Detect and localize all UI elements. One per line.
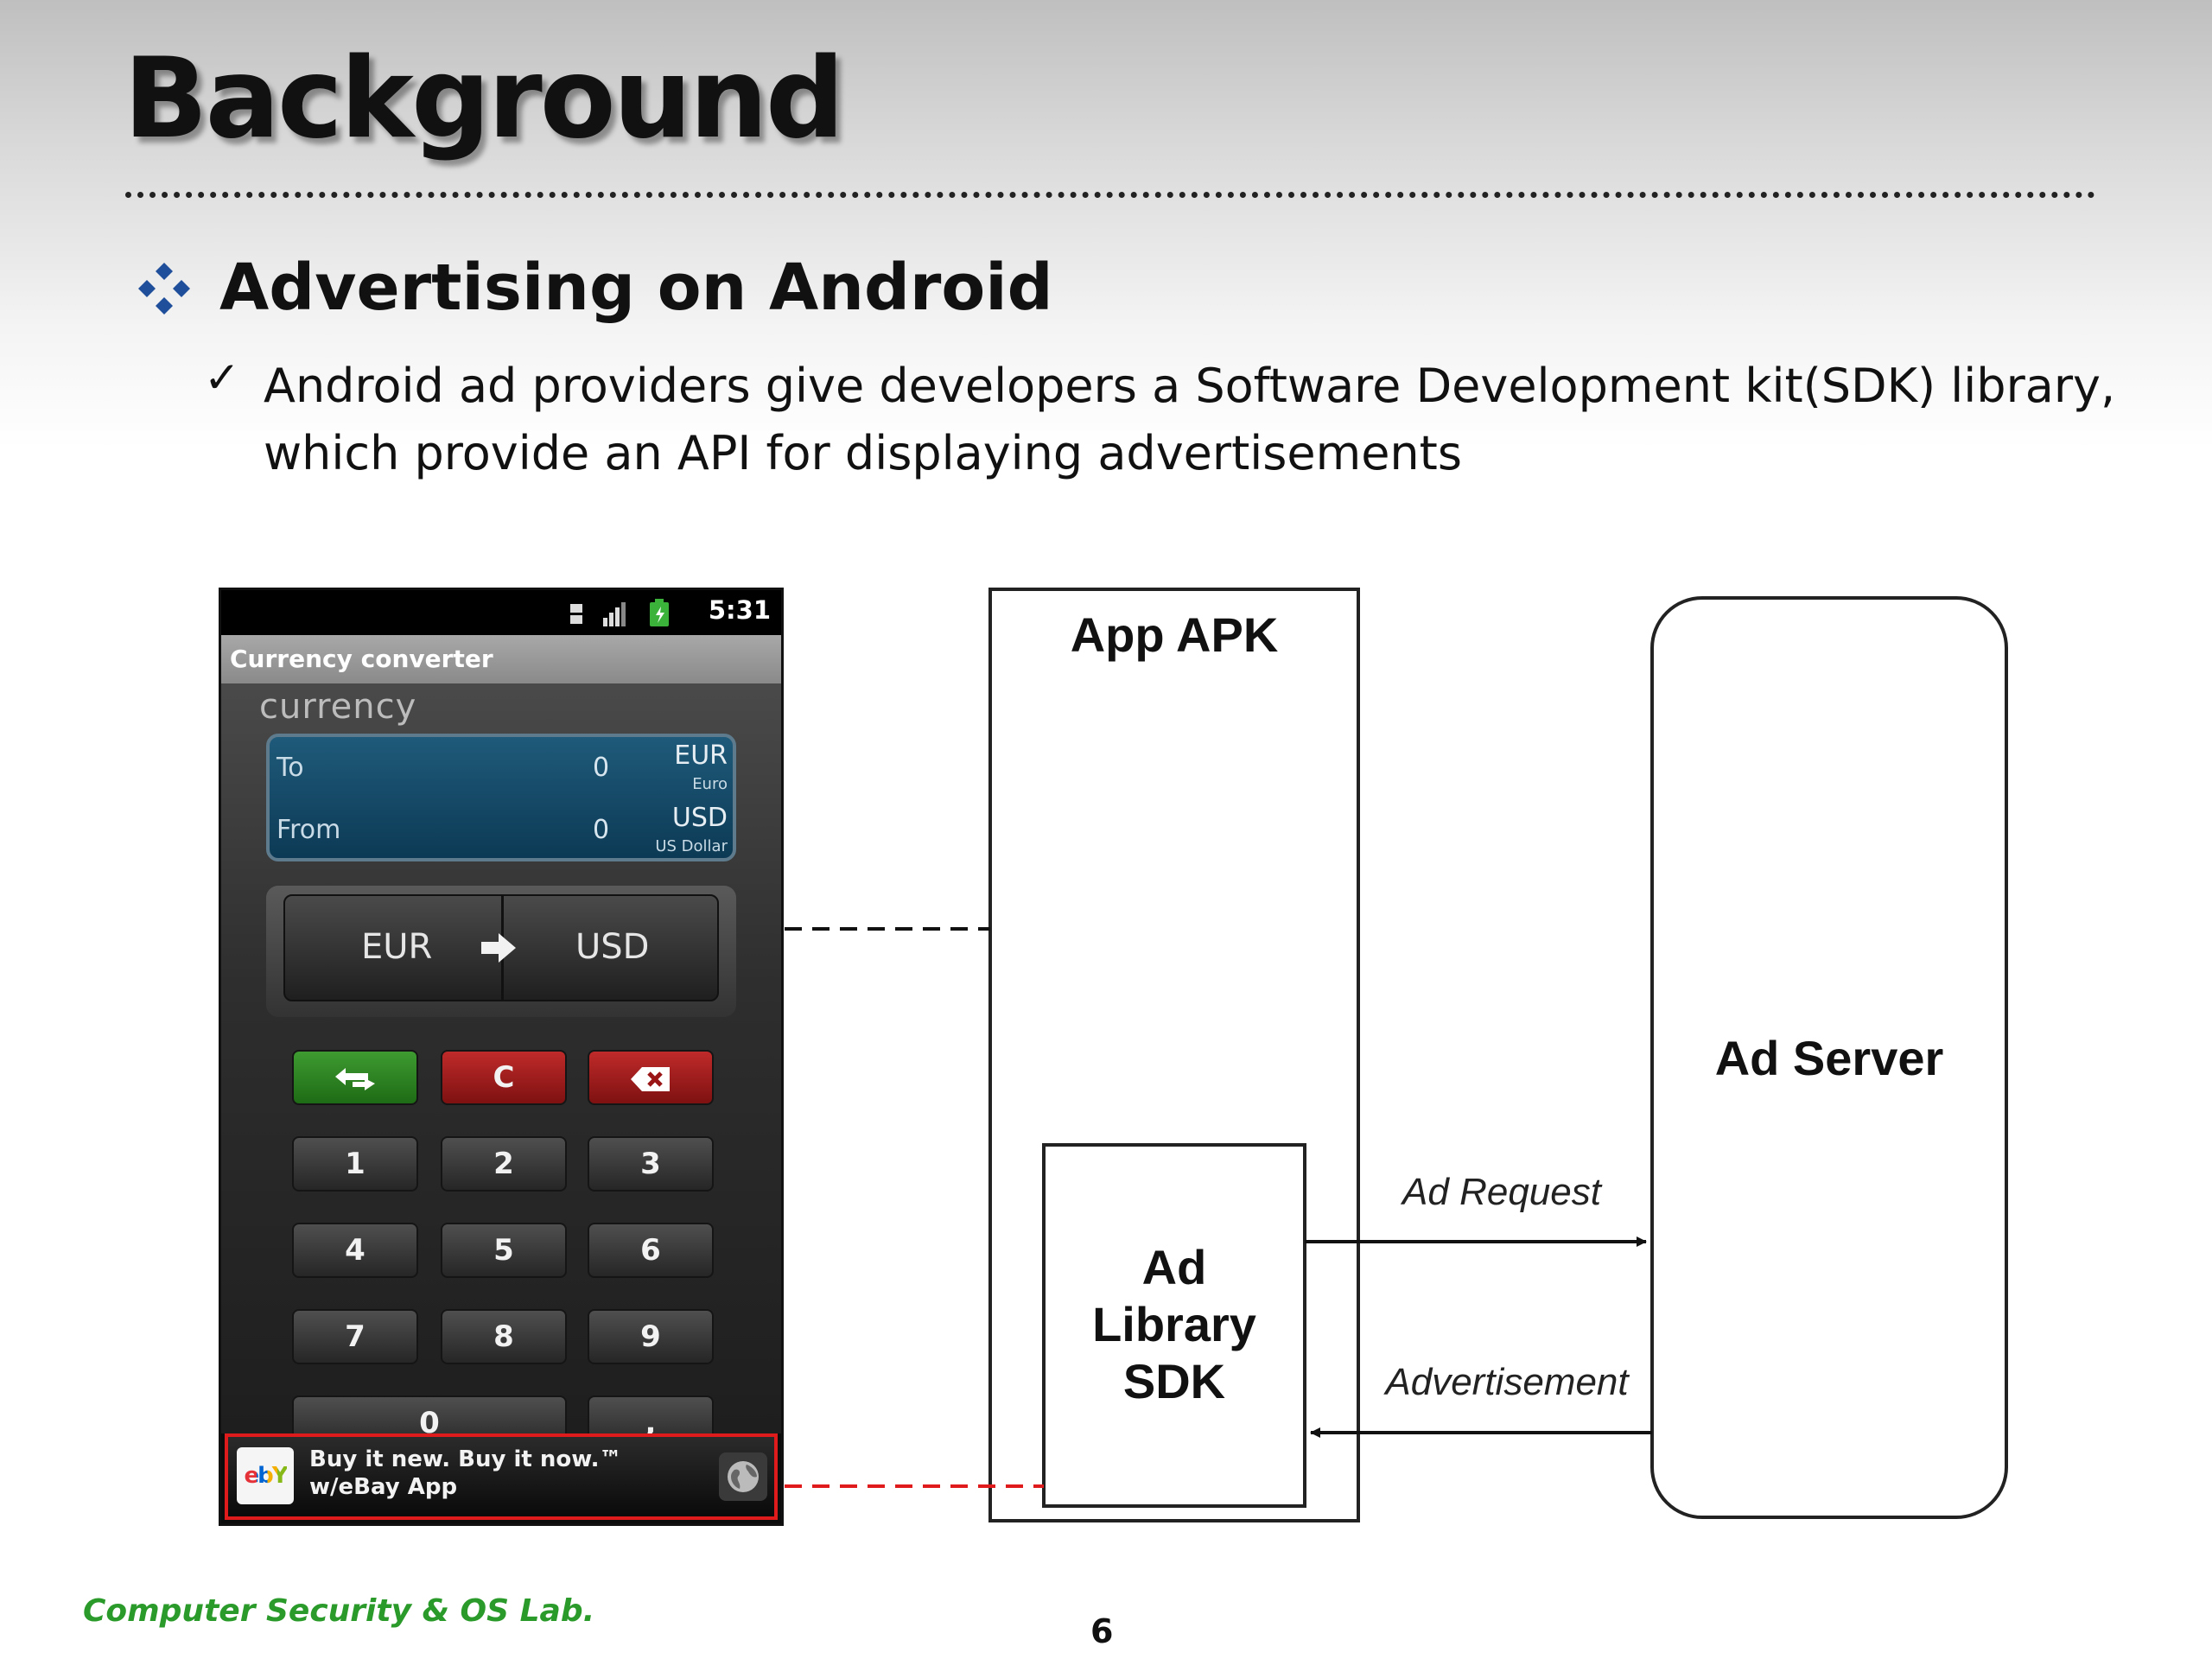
ad-server-label: Ad Server (1715, 1031, 1944, 1085)
to-row[interactable]: To 0 EUR Euro (270, 737, 733, 798)
app-body: currency To 0 EUR Euro From 0 USD US Dol… (221, 683, 781, 1451)
clear-button[interactable]: C (441, 1050, 567, 1105)
backspace-icon (631, 1066, 670, 1091)
key-1[interactable]: 1 (292, 1136, 418, 1192)
status-bar: 5:31 (221, 590, 781, 635)
ebay-logo-icon: ebY (237, 1447, 294, 1504)
from-label: From (276, 815, 341, 845)
conversion-display: To 0 EUR Euro From 0 USD US Dollar (266, 734, 736, 861)
status-time: 5:31 (708, 595, 771, 625)
currency-pair-panel: EUR USD (266, 886, 736, 1017)
key-4[interactable]: 4 (292, 1223, 418, 1278)
key-3[interactable]: 3 (588, 1136, 714, 1192)
key-8[interactable]: 8 (441, 1309, 567, 1364)
arrow-right-icon (481, 933, 516, 963)
key-9[interactable]: 9 (588, 1309, 714, 1364)
currency-pair-button[interactable]: EUR USD (283, 894, 719, 1001)
ebay-logo-text: ebY (244, 1463, 288, 1489)
key-2[interactable]: 2 (441, 1136, 567, 1192)
swap-button[interactable] (292, 1050, 418, 1105)
key-5[interactable]: 5 (441, 1223, 567, 1278)
ad-library-label-2: Library (1092, 1297, 1256, 1351)
globe-icon (719, 1452, 767, 1501)
from-currency: USD (671, 803, 728, 833)
app-title-bar: Currency converter (221, 635, 781, 683)
signal-icon (603, 602, 626, 626)
key-7[interactable]: 7 (292, 1309, 418, 1364)
to-label: To (276, 753, 304, 783)
key-6[interactable]: 6 (588, 1223, 714, 1278)
ad-request-label: Ad Request (1400, 1171, 1603, 1213)
footer-lab-name: Computer Security & OS Lab. (83, 1593, 595, 1629)
network-type-icon (570, 604, 582, 624)
app-title: Currency converter (230, 645, 493, 673)
from-value: 0 (593, 815, 610, 845)
ad-text: Buy it new. Buy it now.™ w/eBay App (309, 1446, 622, 1500)
phone-screenshot: 5:31 Currency converter currency To 0 EU… (219, 588, 784, 1526)
battery-icon (650, 599, 669, 626)
ad-banner[interactable]: ebY Buy it new. Buy it now.™ w/eBay App (225, 1433, 778, 1520)
pair-from-currency: EUR (361, 927, 433, 967)
from-currency-name: US Dollar (655, 837, 728, 855)
app-apk-label: App APK (1071, 607, 1279, 662)
pair-to-currency: USD (575, 927, 650, 967)
ad-library-label-3: SDK (1123, 1354, 1225, 1408)
swap-icon (335, 1067, 375, 1090)
from-row[interactable]: From 0 USD US Dollar (270, 799, 733, 860)
backspace-button[interactable] (588, 1050, 714, 1105)
status-icons (570, 599, 669, 626)
ad-library-label-1: Ad (1142, 1240, 1207, 1294)
to-currency-name: Euro (692, 775, 728, 793)
to-value: 0 (593, 753, 610, 783)
advertisement-label: Advertisement (1382, 1361, 1630, 1403)
app-brand-logo: currency (259, 687, 417, 727)
page-number: 6 (1090, 1612, 1114, 1650)
to-currency: EUR (674, 741, 728, 771)
